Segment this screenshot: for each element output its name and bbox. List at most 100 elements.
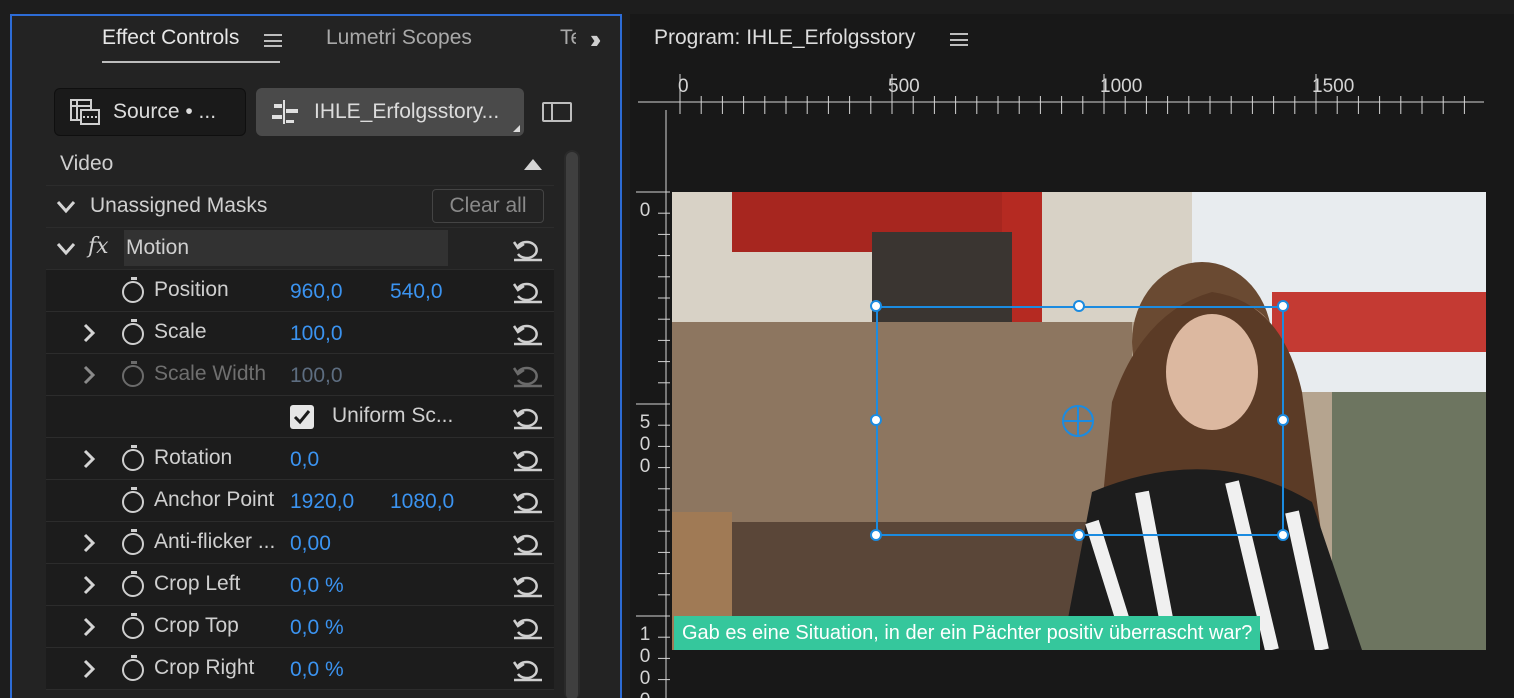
property-row[interactable]: Uniform Sc...	[46, 396, 554, 438]
stopwatch-icon[interactable]	[122, 655, 144, 681]
transform-handle-top-right[interactable]	[1277, 300, 1289, 312]
vruler-label-0: 0	[639, 200, 651, 221]
stopwatch-icon[interactable]	[122, 487, 144, 513]
transform-handle-right[interactable]	[1277, 414, 1289, 426]
property-label: Uniform Sc...	[332, 404, 454, 427]
anchor-point-crosshair-icon[interactable]	[1062, 405, 1094, 437]
property-row[interactable]: Anti-flicker ... 0,00	[46, 522, 554, 564]
property-label: Anti-flicker ...	[154, 530, 276, 553]
video-section-header[interactable]: Video	[46, 144, 554, 186]
stopwatch-icon[interactable]	[122, 571, 144, 597]
transform-handle-bottom[interactable]	[1073, 529, 1085, 541]
reset-parameter-icon[interactable]	[512, 404, 544, 430]
more-tabs-chevron-icon[interactable]: ››	[590, 24, 602, 55]
reset-parameter-icon[interactable]	[512, 572, 544, 598]
checkmark-icon	[293, 410, 311, 425]
horizontal-ruler	[638, 74, 1484, 114]
tab-truncated[interactable]: Te	[560, 26, 576, 50]
uniform-scale-checkbox[interactable]	[290, 405, 314, 429]
chevron-down-icon[interactable]	[56, 200, 76, 214]
clip-icon	[70, 99, 100, 125]
property-value-1[interactable]: 0,0 %	[290, 616, 344, 640]
reset-parameter-icon[interactable]	[512, 614, 544, 640]
property-row[interactable]: Anchor Point 1920,0 1080,0	[46, 480, 554, 522]
sequence-clip-button[interactable]: IHLE_Erfolgsstory...	[256, 88, 524, 136]
vertical-ruler	[636, 110, 670, 698]
property-row[interactable]: Scale 100,0	[46, 312, 554, 354]
ruler-label-1000: 1000	[1100, 76, 1143, 97]
tab-lumetri-scopes[interactable]: Lumetri Scopes	[326, 26, 472, 50]
program-monitor-panel: Program: IHLE_Erfolgsstory 0 500 1000 15…	[630, 14, 1514, 698]
property-value-1[interactable]: 0,0	[290, 448, 319, 472]
property-label: Scale	[154, 320, 207, 343]
transform-handle-left[interactable]	[870, 414, 882, 426]
property-value-1[interactable]: 100,0	[290, 322, 343, 346]
sequence-clip-label: IHLE_Erfolgsstory...	[314, 100, 500, 123]
property-value-1[interactable]: 0,0 %	[290, 574, 344, 598]
property-value-1[interactable]: 0,0 %	[290, 658, 344, 682]
property-value-1[interactable]: 100,0	[290, 364, 343, 388]
property-row[interactable]: Rotation 0,0	[46, 438, 554, 480]
property-label: Anchor Point	[154, 488, 275, 511]
reset-parameter-icon[interactable]	[512, 488, 544, 514]
chevron-right-icon[interactable]	[82, 365, 96, 385]
property-value-2[interactable]: 1080,0	[390, 490, 454, 514]
stopwatch-icon[interactable]	[122, 277, 144, 303]
property-row[interactable]: Scale Width 100,0	[46, 354, 554, 396]
ruler-label-500: 500	[888, 76, 920, 97]
toggle-timeline-view-icon[interactable]	[542, 102, 572, 122]
source-clip-label: Source • ...	[113, 100, 217, 123]
chevron-right-icon[interactable]	[82, 533, 96, 553]
chevron-right-icon[interactable]	[82, 617, 96, 637]
panel-menu-icon[interactable]	[264, 34, 282, 47]
effect-properties-list: Video Unassigned Masks Clear all fx Moti…	[46, 144, 554, 690]
reset-effect-icon[interactable]	[512, 236, 544, 262]
program-menu-icon[interactable]	[950, 33, 968, 46]
reset-parameter-icon[interactable]	[512, 362, 544, 388]
ruler-label-0: 0	[678, 76, 689, 97]
property-row[interactable]: Crop Right 0,0 %	[46, 648, 554, 690]
reset-parameter-icon[interactable]	[512, 278, 544, 304]
stopwatch-icon[interactable]	[122, 319, 144, 345]
source-clip-button[interactable]: Source • ...	[54, 88, 246, 136]
property-label: Crop Right	[154, 656, 255, 679]
chevron-right-icon[interactable]	[82, 449, 96, 469]
chevron-right-icon[interactable]	[82, 659, 96, 679]
motion-properties: Position 960,0 540,0 Scale 100,0 Scale Width 1…	[46, 270, 554, 690]
collapse-up-icon[interactable]	[524, 159, 542, 170]
transform-handle-top[interactable]	[1073, 300, 1085, 312]
property-row[interactable]: Position 960,0 540,0	[46, 270, 554, 312]
unassigned-masks-row[interactable]: Unassigned Masks Clear all	[46, 186, 554, 228]
chevron-down-icon[interactable]	[56, 242, 76, 256]
reset-parameter-icon[interactable]	[512, 656, 544, 682]
transform-handle-bottom-right[interactable]	[1277, 529, 1289, 541]
motion-effect-row[interactable]: fx Motion	[46, 228, 554, 270]
property-label: Rotation	[154, 446, 233, 469]
property-value-1[interactable]: 960,0	[290, 280, 343, 304]
reset-parameter-icon[interactable]	[512, 320, 544, 346]
effect-controls-panel: Effect Controls Lumetri Scopes Te ›› Sou…	[10, 14, 622, 698]
chevron-right-icon[interactable]	[82, 575, 96, 595]
stopwatch-icon[interactable]	[122, 529, 144, 555]
tab-effect-controls[interactable]: Effect Controls	[102, 26, 239, 50]
stopwatch-icon[interactable]	[122, 445, 144, 471]
stopwatch-icon[interactable]	[122, 361, 144, 387]
chevron-right-icon[interactable]	[82, 323, 96, 343]
subtitle-caption: Gab es eine Situation, in der ein Pächte…	[674, 616, 1261, 650]
property-value-1[interactable]: 1920,0	[290, 490, 354, 514]
clear-all-button[interactable]: Clear all	[432, 189, 544, 223]
transform-handle-top-left[interactable]	[870, 300, 882, 312]
reset-parameter-icon[interactable]	[512, 530, 544, 556]
unassigned-masks-label: Unassigned Masks	[90, 194, 268, 217]
property-value-2[interactable]: 540,0	[390, 280, 443, 304]
reset-parameter-icon[interactable]	[512, 446, 544, 472]
property-value-1[interactable]: 0,00	[290, 532, 331, 556]
property-row[interactable]: Crop Left 0,0 %	[46, 564, 554, 606]
scrollbar-thumb[interactable]	[566, 152, 578, 698]
property-row[interactable]: Crop Top 0,0 %	[46, 606, 554, 648]
transform-handle-bottom-left[interactable]	[870, 529, 882, 541]
stopwatch-icon[interactable]	[122, 613, 144, 639]
fx-toggle-icon[interactable]: fx	[88, 234, 109, 259]
property-label: Scale Width	[154, 362, 267, 385]
vruler-label-1000: 1000	[639, 624, 651, 698]
